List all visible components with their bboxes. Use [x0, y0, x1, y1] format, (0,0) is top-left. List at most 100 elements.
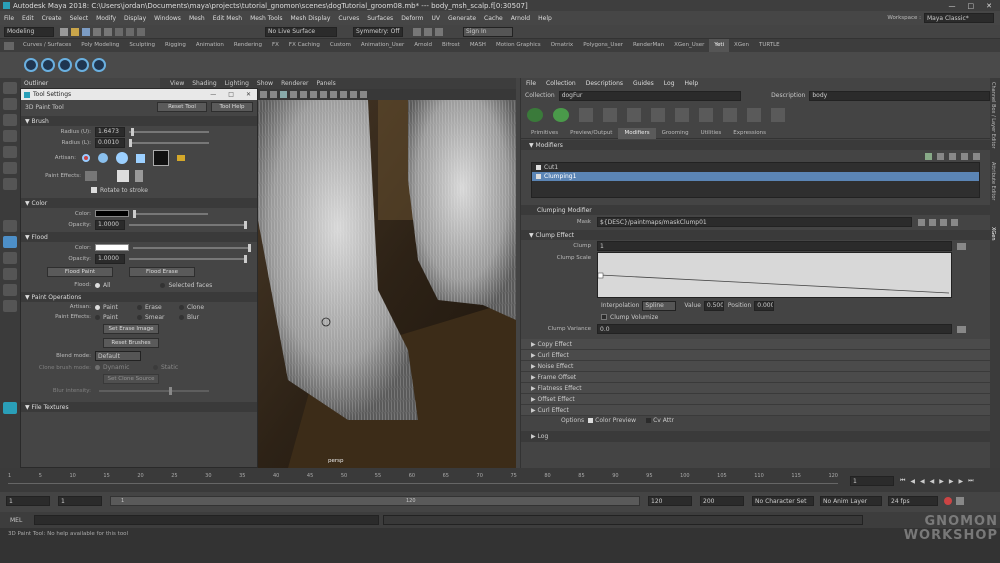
flood-opacity-slider[interactable]	[129, 254, 247, 263]
menu-mesh-tools[interactable]: Mesh Tools	[246, 15, 286, 22]
play-back-icon[interactable]: ◀	[930, 478, 935, 485]
color-value-slider[interactable]	[133, 209, 208, 218]
tab-utilities[interactable]: Utilities	[695, 128, 728, 139]
menu-modify[interactable]: Modify	[92, 15, 120, 22]
paint-color-swatch[interactable]	[95, 210, 129, 217]
step-forward-icon[interactable]: ▶	[949, 478, 954, 485]
noise-effect-section[interactable]: ▶ Noise Effect	[521, 361, 990, 372]
last-tool-icon[interactable]	[3, 178, 17, 190]
menu-windows[interactable]: Windows	[150, 15, 185, 22]
snap-grid-icon[interactable]	[115, 27, 123, 36]
rotate-to-stroke-checkbox[interactable]	[91, 187, 97, 193]
anim-prefs-icon[interactable]	[956, 497, 964, 505]
clump-volumize-checkbox[interactable]	[601, 314, 607, 320]
shelf-tab[interactable]: Poly Modeling	[76, 39, 124, 52]
static-radio[interactable]	[153, 365, 158, 370]
menu-arnold[interactable]: Arnold	[507, 15, 534, 22]
radius-u-slider[interactable]	[129, 127, 209, 136]
brush-section-header[interactable]: ▼ Brush	[21, 116, 257, 126]
shelf-tab[interactable]: MASH	[465, 39, 491, 52]
minimize-icon[interactable]: —	[949, 2, 956, 10]
lights-icon[interactable]	[300, 91, 307, 98]
shelf-tab[interactable]: XGen	[729, 39, 754, 52]
position-field[interactable]: 0.000	[754, 300, 775, 311]
radius-l-field[interactable]: 0.0010	[95, 137, 125, 148]
single-view-icon[interactable]	[3, 236, 17, 248]
modifier-item-selected[interactable]: Clumping1	[532, 172, 979, 181]
menu-mesh-display[interactable]: Mesh Display	[287, 15, 335, 22]
xgen-menu-collection[interactable]: Collection	[541, 80, 581, 87]
open-scene-icon[interactable]	[71, 27, 79, 36]
time-slider[interactable]: 1 5 10 15 20 25 30 35 40 45 50 55 60 65 …	[0, 468, 1000, 492]
symmetry-dropdown[interactable]: Symmetry: Off	[353, 26, 403, 37]
yeti-icon[interactable]	[41, 58, 55, 72]
clone-radio[interactable]	[179, 304, 184, 310]
shelf-settings-icon[interactable]	[4, 41, 14, 50]
copy-effect-section[interactable]: ▶ Copy Effect	[521, 339, 990, 350]
mask-field[interactable]: ${DESC}/paintmaps/maskClump01	[597, 217, 912, 227]
close-icon[interactable]: ✕	[986, 2, 992, 10]
fps-dropdown[interactable]: 24 fps	[888, 496, 938, 506]
maximize-icon[interactable]: □	[968, 2, 975, 10]
xray-icon[interactable]	[330, 91, 337, 98]
mel-label[interactable]: MEL	[10, 517, 30, 524]
shelf-tab[interactable]: Rendering	[229, 39, 267, 52]
update-preview-icon[interactable]	[771, 108, 785, 122]
panel-menu-panels[interactable]: Panels	[312, 80, 339, 87]
blur-radio[interactable]	[179, 314, 184, 320]
panel-menu-show[interactable]: Show	[253, 80, 277, 87]
flood-color-swatch[interactable]	[95, 244, 129, 251]
shelf-tab[interactable]: Animation_User	[356, 39, 409, 52]
step-back-icon[interactable]: ◀	[920, 478, 925, 485]
variance-expression-icon[interactable]	[957, 325, 966, 333]
reset-tool-button[interactable]: Reset Tool	[157, 102, 207, 112]
erase-radio[interactable]	[137, 304, 142, 310]
range-end-field[interactable]: 120	[648, 496, 692, 506]
create-description-icon[interactable]	[553, 108, 569, 122]
preview-icon[interactable]	[747, 108, 761, 122]
cv-attr-checkbox[interactable]	[646, 418, 652, 423]
brush-profile-custom-icon[interactable]	[153, 150, 169, 166]
anim-layer-dropdown[interactable]: No Anim Layer	[820, 496, 882, 506]
shelf-tab[interactable]: TURTLE	[754, 39, 785, 52]
curl-effect-section-2[interactable]: ▶ Curl Effect	[521, 405, 990, 416]
shelf-tab[interactable]: Motion Graphics	[491, 39, 546, 52]
undo-icon[interactable]	[93, 27, 101, 36]
redo-icon[interactable]	[104, 27, 112, 36]
modifier-enabled-checkbox[interactable]	[536, 174, 541, 179]
viewport-3d[interactable]: persp	[258, 100, 516, 468]
ipr-icon[interactable]	[424, 27, 432, 36]
shelf-tab[interactable]: Curves / Surfaces	[18, 39, 76, 52]
dynamic-radio[interactable]	[95, 365, 100, 370]
channel-box-tab[interactable]: Channel Box / Layer Editor	[990, 82, 996, 152]
flood-paint-button[interactable]: Flood Paint	[47, 267, 113, 277]
yeti-icon[interactable]	[92, 58, 106, 72]
description-dropdown[interactable]: body	[809, 90, 990, 101]
frame-offset-section[interactable]: ▶ Frame Offset	[521, 372, 990, 383]
menu-display[interactable]: Display	[120, 15, 150, 22]
reset-brushes-button[interactable]: Reset Brushes	[103, 338, 159, 348]
add-guide-icon[interactable]	[579, 108, 593, 122]
set-erase-image-button[interactable]: Set Erase Image	[103, 324, 159, 334]
menu-help[interactable]: Help	[534, 15, 556, 22]
get-brush-icon[interactable]	[117, 170, 129, 182]
modifier-enabled-checkbox[interactable]	[536, 165, 541, 170]
maximize-icon[interactable]: □	[228, 91, 234, 98]
auto-key-icon[interactable]	[944, 497, 952, 505]
tab-primitives[interactable]: Primitives	[525, 128, 564, 139]
step-forward-key-icon[interactable]: ▶	[959, 478, 964, 485]
tool-help-button[interactable]: Tool Help	[211, 102, 253, 112]
opacity-slider[interactable]	[129, 220, 247, 229]
xgen-menu-guides[interactable]: Guides	[628, 80, 659, 87]
guide-tool-icon[interactable]	[627, 108, 641, 122]
outliner-view-icon[interactable]	[3, 268, 17, 280]
brush-profile-square-icon[interactable]	[136, 153, 145, 163]
menu-uv[interactable]: UV	[428, 15, 445, 22]
shelf-tab[interactable]: Bifrost	[437, 39, 465, 52]
add-modifier-icon[interactable]	[925, 152, 932, 160]
shelf-tab[interactable]: FX Caching	[284, 39, 325, 52]
radius-u-field[interactable]: 1.6473	[95, 126, 125, 137]
move-tool-icon[interactable]	[3, 130, 17, 142]
save-scene-icon[interactable]	[82, 27, 90, 36]
panel-menu-renderer[interactable]: Renderer	[277, 80, 312, 87]
